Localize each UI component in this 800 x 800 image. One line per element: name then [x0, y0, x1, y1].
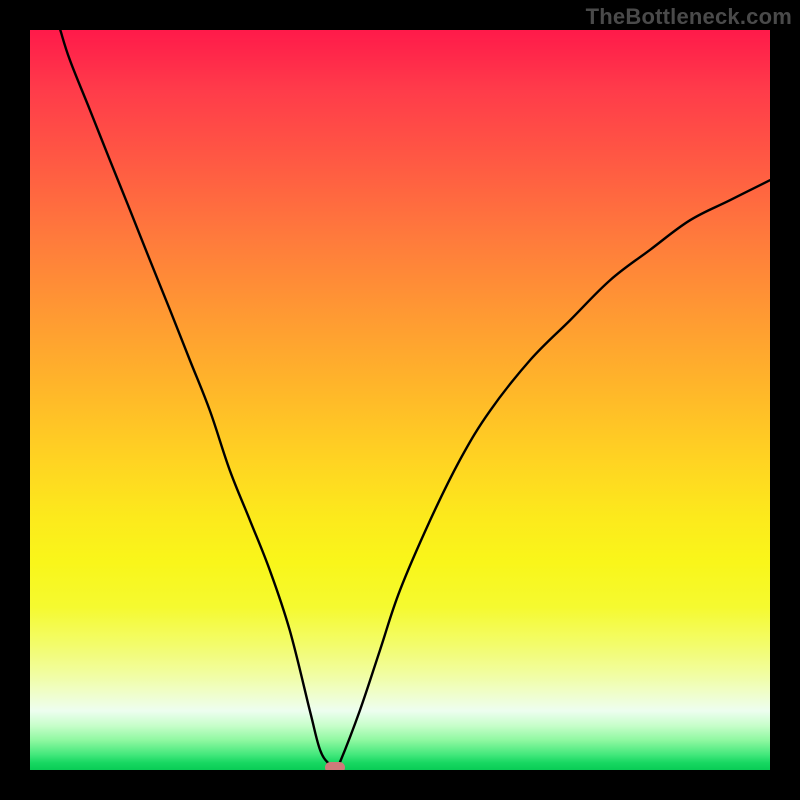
watermark-text: TheBottleneck.com	[586, 4, 792, 30]
bottleneck-curve	[30, 30, 770, 770]
outer-frame: TheBottleneck.com	[0, 0, 800, 800]
plot-area	[30, 30, 770, 770]
optimal-point-marker	[325, 762, 345, 770]
